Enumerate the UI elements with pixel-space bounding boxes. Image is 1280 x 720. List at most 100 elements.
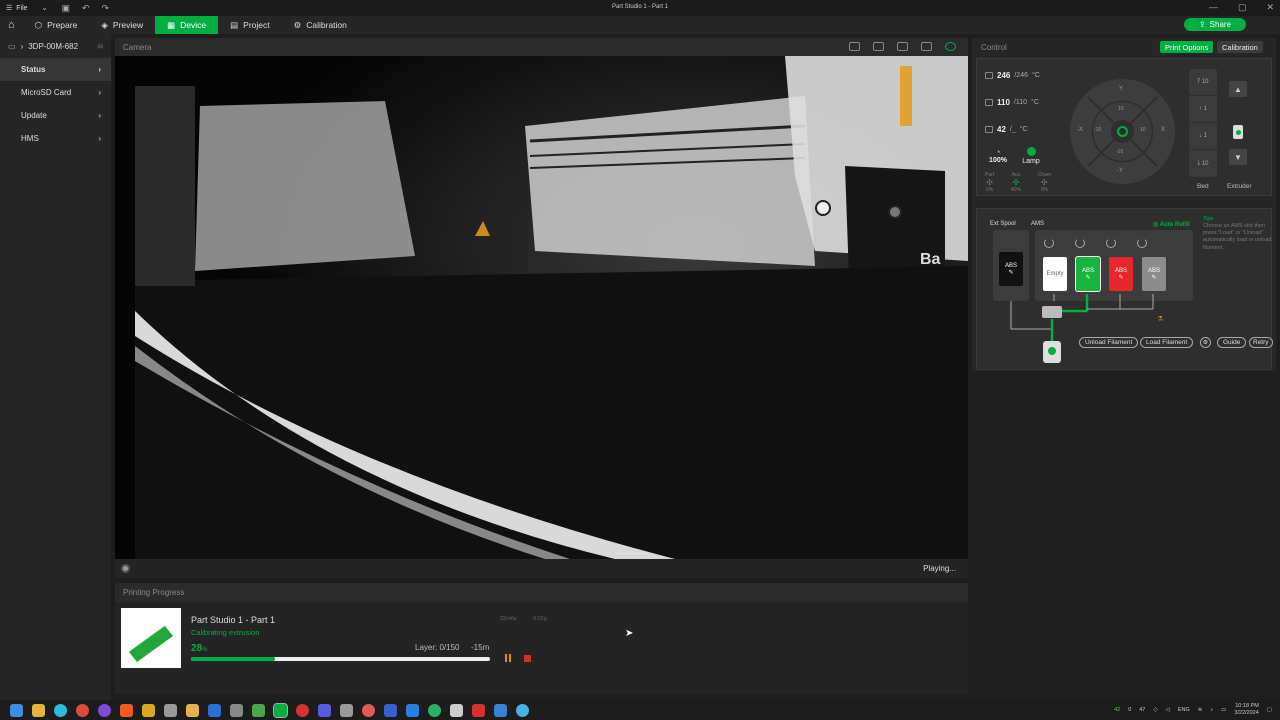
sidebar-item-status[interactable]: Status ›	[0, 58, 111, 81]
sidebar-item-update[interactable]: Update ›	[0, 104, 111, 127]
speaker-icon[interactable]: ♪	[1210, 707, 1213, 713]
bambu-studio-icon[interactable]	[273, 702, 288, 718]
clock[interactable]: 10:18 PM 3/22/2024	[1234, 703, 1258, 716]
axis-x-minus-10[interactable]: -10	[1094, 127, 1101, 133]
home-icon[interactable]: ⌂	[0, 16, 23, 34]
wifi-icon[interactable]: ≋	[1198, 707, 1203, 713]
sidebar-item-hms[interactable]: HMS ›	[0, 127, 111, 150]
volume-icon[interactable]: ◁	[1166, 707, 1170, 713]
camera-settings-icon[interactable]	[945, 42, 956, 51]
stop-button[interactable]	[524, 655, 531, 662]
load-filament-button[interactable]: Load Filament	[1140, 337, 1194, 348]
calibration-button[interactable]: Calibration	[1217, 41, 1263, 53]
network-icon[interactable]: ◇	[1153, 707, 1157, 713]
app-icon[interactable]	[54, 703, 67, 717]
video-icon[interactable]	[921, 42, 932, 51]
nozzle-temp[interactable]: 246 /246 °C	[985, 71, 1040, 80]
fan-value: 0%	[985, 187, 994, 193]
app-icon[interactable]	[208, 703, 221, 717]
temp-unit: °C	[1019, 126, 1028, 133]
folder-icon[interactable]	[32, 703, 45, 717]
bed-up-1[interactable]: ↑ 1	[1189, 96, 1217, 123]
speed-control[interactable]: ◔ 100%	[987, 147, 1009, 164]
tray-value: 42	[1114, 706, 1121, 713]
app-icon[interactable]	[252, 703, 265, 717]
axis-y-plus[interactable]: Y	[1119, 86, 1123, 92]
print-options-button[interactable]: Print Options	[1160, 41, 1214, 53]
app-icon[interactable]	[186, 703, 199, 717]
axis-x-plus[interactable]: X	[1161, 127, 1165, 133]
language-indicator[interactable]: ENG	[1178, 707, 1190, 713]
app-icon[interactable]	[516, 703, 529, 717]
axis-x-minus[interactable]: -X	[1077, 127, 1083, 133]
guide-button[interactable]: Guide	[1217, 337, 1247, 348]
timelapse-icon[interactable]	[849, 42, 860, 51]
extrude-up-button[interactable]: ▲	[1229, 81, 1247, 97]
tab-prepare[interactable]: ⬡ Prepare	[23, 16, 90, 34]
notification-icon[interactable]: ▢	[1267, 707, 1272, 713]
app-icon[interactable]	[494, 703, 507, 717]
files-icon[interactable]	[142, 703, 155, 717]
app-icon[interactable]	[384, 703, 397, 717]
tab-project[interactable]: ▤ Project	[218, 16, 282, 34]
brave-icon[interactable]	[120, 703, 133, 717]
axis-jog-pad[interactable]: Y -Y X -X 10 10 -10 -10	[1070, 79, 1175, 184]
tab-calibration[interactable]: ⚙ Calibration	[282, 16, 359, 34]
monitor-icon[interactable]	[897, 42, 908, 51]
fan-part[interactable]: Part ✣ 0%	[985, 172, 994, 193]
app-icon[interactable]	[296, 703, 309, 717]
app-icon[interactable]	[406, 703, 419, 717]
fan-chamber[interactable]: Cham ✣ 0%	[1038, 172, 1051, 193]
close-icon[interactable]: ✕	[1266, 2, 1274, 13]
battery-icon[interactable]: ▭	[1221, 707, 1226, 713]
redo-icon[interactable]: ↷	[102, 3, 110, 14]
chrome-icon[interactable]	[76, 703, 89, 717]
extrude-down-button[interactable]: ▼	[1229, 149, 1247, 165]
home-axes-button[interactable]	[1111, 120, 1134, 143]
sidebar-item-microsd[interactable]: MicroSD Card ›	[0, 81, 111, 104]
record-toggle-icon[interactable]	[121, 564, 130, 573]
app-icon[interactable]	[318, 703, 331, 717]
chamber-temp[interactable]: 42 /_ °C	[985, 125, 1028, 134]
camera-feed[interactable]: Ba	[115, 56, 968, 559]
bed-down-1[interactable]: ↓ 1	[1189, 123, 1217, 150]
save-icon[interactable]: ▣	[61, 3, 70, 14]
app-icon[interactable]	[472, 703, 485, 717]
app-icon[interactable]	[340, 703, 353, 717]
maximize-icon[interactable]: ▢	[1238, 2, 1247, 13]
tab-device[interactable]: ▦ Device	[155, 16, 219, 34]
settings-icon[interactable]: ⚙	[1200, 337, 1211, 348]
fan-icon: ✣	[1012, 178, 1020, 187]
undo-icon[interactable]: ↶	[82, 3, 90, 14]
minimize-icon[interactable]: —	[1209, 2, 1218, 13]
device-selector[interactable]: ▭ › 3DP-00M-682 ≋	[0, 34, 111, 58]
app-icon[interactable]	[164, 703, 177, 717]
pause-button[interactable]	[503, 654, 512, 663]
fan-aux[interactable]: Aux ✣ 40%	[1011, 172, 1021, 193]
axis-y-minus[interactable]: -Y	[1117, 168, 1123, 174]
speed-icon: ◔	[995, 147, 1001, 157]
tab-preview[interactable]: ◈ Preview	[89, 16, 155, 34]
bed-down-10[interactable]: ⤓ 10	[1189, 150, 1217, 177]
app-icon[interactable]	[230, 703, 243, 717]
record-icon[interactable]	[873, 42, 884, 51]
bed-label: Bed	[1197, 183, 1209, 190]
windows-start-icon[interactable]	[10, 703, 23, 717]
app-icon[interactable]	[450, 703, 463, 717]
app-icon[interactable]	[428, 703, 441, 717]
app-icon[interactable]	[362, 703, 375, 717]
axis-x-plus-10[interactable]: 10	[1140, 127, 1146, 133]
bed-temp[interactable]: 110 /110 °C	[985, 98, 1039, 107]
share-button[interactable]: ⇪ Share	[1184, 18, 1246, 31]
lamp-toggle[interactable]: Lamp	[1019, 147, 1043, 165]
nozzle-target: /246	[1014, 72, 1028, 79]
ams-panel: Ext Spool AMS ◎ Auto Refill Tips Choose …	[976, 208, 1273, 370]
wifi-icon: ≋	[97, 41, 104, 51]
unload-filament-button[interactable]: Unload Filament	[1079, 337, 1139, 348]
file-menu[interactable]: ☰ File ⌄	[6, 4, 47, 13]
axis-y-plus-10[interactable]: 10	[1118, 106, 1124, 112]
app-icon[interactable]	[98, 703, 111, 717]
retry-button[interactable]: Retry	[1249, 337, 1273, 348]
axis-y-minus-10[interactable]: -10	[1116, 149, 1123, 155]
bed-up-10[interactable]: ⤒ 10	[1189, 69, 1217, 96]
